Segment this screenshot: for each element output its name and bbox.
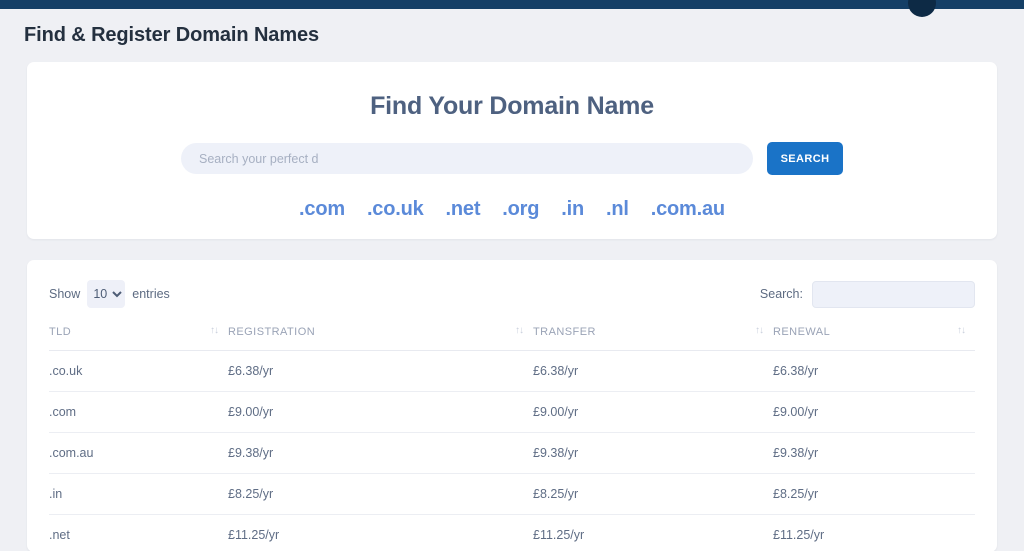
sort-icon-tld[interactable]: ↑↓ <box>210 325 219 336</box>
top-navbar <box>0 0 1024 17</box>
cell-registration: £9.00/yr <box>228 391 533 433</box>
table-controls: Show 102550100 entries Search: <box>49 278 975 310</box>
search-row: SEARCH <box>27 142 997 175</box>
tld-link-net[interactable]: .net <box>446 198 481 221</box>
entries-length-select[interactable]: 102550100 <box>87 280 126 308</box>
cell-registration: £11.25/yr <box>228 514 533 551</box>
tld-link-comau[interactable]: .com.au <box>651 198 725 221</box>
domain-pricing-table: TLD ↑↓ REGISTRATION ↑↓ TRANSFER ↑↓ RENEW… <box>49 325 975 551</box>
column-header-transfer-label: TRANSFER <box>533 326 596 338</box>
table-row: .co.uk £6.38/yr £6.38/yr £6.38/yr <box>49 350 975 392</box>
table-search-label: Search: <box>759 287 803 301</box>
table-row: .com.au £9.38/yr £9.38/yr £9.38/yr <box>49 432 975 474</box>
cell-transfer: £11.25/yr <box>533 514 773 551</box>
table-row: .net £11.25/yr £11.25/yr £11.25/yr <box>49 514 975 551</box>
cell-tld: .com <box>49 391 228 433</box>
table-search-input[interactable] <box>812 280 975 308</box>
cell-registration: £8.25/yr <box>228 473 533 515</box>
pricing-table-card: Show 102550100 entries Search: TLD ↑↓ RE… <box>27 260 997 551</box>
domain-search-input[interactable] <box>181 143 753 174</box>
entries-suffix-label: entries <box>132 287 170 301</box>
table-body: .co.uk £6.38/yr £6.38/yr £6.38/yr .com £9.00/… <box>49 350 975 551</box>
sort-icon-transfer[interactable]: ↑↓ <box>755 325 764 336</box>
column-header-registration-label: REGISTRATION <box>228 326 316 338</box>
column-header-registration[interactable]: REGISTRATION ↑↓ <box>228 325 533 351</box>
cell-renewal: £11.25/yr <box>773 514 975 551</box>
cell-transfer: £6.38/yr <box>533 350 773 392</box>
cell-transfer: £9.00/yr <box>533 391 773 433</box>
cell-transfer: £9.38/yr <box>533 432 773 474</box>
column-header-renewal[interactable]: RENEWAL ↑↓ <box>773 325 975 351</box>
tld-link-nl[interactable]: .nl <box>606 198 629 221</box>
tld-link-couk[interactable]: .co.uk <box>367 198 424 221</box>
cell-tld: .com.au <box>49 432 228 474</box>
cell-renewal: £9.00/yr <box>773 391 975 433</box>
tld-link-in[interactable]: .in <box>561 198 584 221</box>
search-card-title: Find Your Domain Name <box>370 92 654 120</box>
cell-renewal: £8.25/yr <box>773 473 975 515</box>
table-head: TLD ↑↓ REGISTRATION ↑↓ TRANSFER ↑↓ RENEW… <box>49 325 975 351</box>
table-header-row: TLD ↑↓ REGISTRATION ↑↓ TRANSFER ↑↓ RENEW… <box>49 325 975 351</box>
cell-renewal: £9.38/yr <box>773 432 975 474</box>
entries-prefix-label: Show <box>49 287 81 301</box>
page-title: Find & Register Domain Names <box>24 24 320 46</box>
table-row: .com £9.00/yr £9.00/yr £9.00/yr <box>49 391 975 433</box>
column-header-tld-label: TLD <box>49 326 72 338</box>
cell-transfer: £8.25/yr <box>533 473 773 515</box>
tld-shortcut-list: .com .co.uk .net .org .in .nl .com.au <box>27 198 997 221</box>
cell-tld: .net <box>49 514 228 551</box>
domain-search-card: Find Your Domain Name SEARCH .com .co.uk… <box>27 62 997 239</box>
cell-renewal: £6.38/yr <box>773 350 975 392</box>
cell-tld: .co.uk <box>49 350 228 392</box>
entries-length-control: Show 102550100 entries <box>49 280 170 308</box>
search-button[interactable]: SEARCH <box>767 142 843 175</box>
table-row: .in £8.25/yr £8.25/yr £8.25/yr <box>49 473 975 515</box>
cell-tld: .in <box>49 473 228 515</box>
table-search-control: Search: <box>759 280 975 308</box>
column-header-tld[interactable]: TLD ↑↓ <box>49 325 228 351</box>
sort-icon-renewal[interactable]: ↑↓ <box>957 325 966 336</box>
cell-registration: £6.38/yr <box>228 350 533 392</box>
tld-link-org[interactable]: .org <box>502 198 539 221</box>
column-header-transfer[interactable]: TRANSFER ↑↓ <box>533 325 773 351</box>
tld-link-com[interactable]: .com <box>299 198 345 221</box>
column-header-renewal-label: RENEWAL <box>773 326 831 338</box>
sort-icon-registration[interactable]: ↑↓ <box>515 325 524 336</box>
cell-registration: £9.38/yr <box>228 432 533 474</box>
